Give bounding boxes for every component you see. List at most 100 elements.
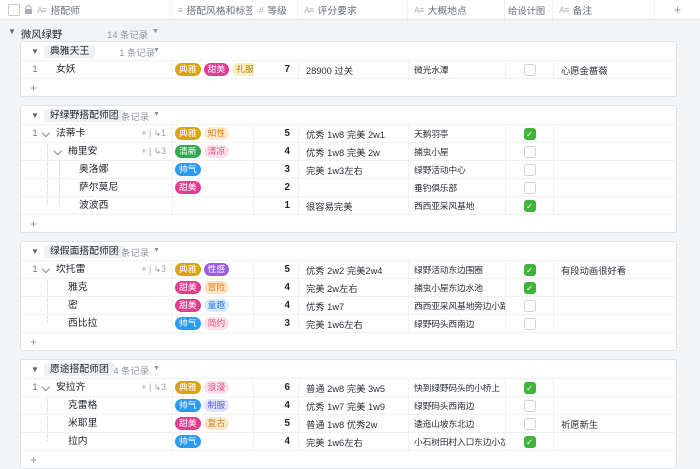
score-cell[interactable]: 完美 1w3左右 <box>299 161 409 178</box>
add-field-button[interactable]: + <box>655 0 700 19</box>
checkbox-unchecked-icon[interactable] <box>523 317 536 330</box>
location-cell[interactable]: 快到绿野码头的小桥上 <box>409 379 506 396</box>
tags-cell[interactable]: 甜美 童趣 <box>173 297 254 314</box>
stylist-cell[interactable]: 梅里安 + | ↳3 <box>21 143 173 160</box>
checkbox-checked-icon[interactable]: ✓ <box>523 281 536 294</box>
note-cell[interactable] <box>554 279 676 296</box>
stylist-cell[interactable]: 拉内 <box>21 433 173 450</box>
design-check-cell[interactable] <box>506 397 554 414</box>
checkbox-unchecked-icon[interactable] <box>523 399 536 412</box>
checkbox-unchecked-icon[interactable] <box>523 417 536 430</box>
header-field-location[interactable]: A≡ 大概地点 <box>408 0 505 19</box>
collapse-arrow-icon[interactable]: ▼ <box>31 47 39 56</box>
tags-cell[interactable]: 典雅 甜美 礼服 <box>173 61 254 78</box>
checkbox-checked-icon[interactable]: ✓ <box>523 263 536 276</box>
location-cell[interactable]: 西西亚采风基地 <box>409 197 506 214</box>
tags-cell[interactable]: 帅气 <box>173 433 254 450</box>
note-cell[interactable] <box>554 397 676 414</box>
stylist-cell[interactable]: 克雷格 <box>21 397 173 414</box>
note-cell[interactable] <box>554 125 676 142</box>
design-check-cell[interactable] <box>506 179 554 196</box>
design-check-cell[interactable]: ✓ <box>506 379 554 396</box>
level-cell[interactable]: 5 <box>254 125 299 142</box>
location-cell[interactable]: 绿野活动东边围圈 <box>409 261 506 278</box>
design-check-cell[interactable] <box>506 61 554 78</box>
checkbox-unchecked-icon[interactable] <box>523 299 536 312</box>
stylist-cell[interactable]: 1 坎托雷 + | ↳3 <box>21 261 173 278</box>
collapse-arrow-icon[interactable]: ▼ <box>31 247 39 256</box>
checkbox-unchecked-icon[interactable] <box>523 145 536 158</box>
checkbox-checked-icon[interactable]: ✓ <box>523 381 536 394</box>
tags-cell[interactable]: 帅气 制服 <box>173 397 254 414</box>
tags-cell[interactable]: 清新 清凉 <box>173 143 254 160</box>
tags-cell[interactable]: 甜美 复古 <box>173 415 254 432</box>
checkbox-checked-icon[interactable]: ✓ <box>523 199 536 212</box>
design-check-cell[interactable]: ✓ <box>506 197 554 214</box>
select-all-checkbox[interactable] <box>8 3 20 16</box>
checkbox-checked-icon[interactable]: ✓ <box>523 435 536 448</box>
location-cell[interactable]: 绿野码头西南边 <box>409 397 506 414</box>
level-cell[interactable]: 5 <box>254 261 299 278</box>
group-count-dropdown-icon[interactable]: ▼ <box>153 47 160 54</box>
group-title[interactable]: 微风绿野 <box>21 26 62 41</box>
group-count-dropdown-icon[interactable]: ▼ <box>153 111 160 118</box>
stylist-cell[interactable]: 米耶里 <box>21 415 173 432</box>
score-cell[interactable]: 优秀 1w7 完美 1w9 <box>299 397 409 414</box>
header-field-stylist[interactable]: A≡ 搭配师 <box>0 0 172 19</box>
design-check-cell[interactable]: ✓ <box>506 125 554 142</box>
score-cell[interactable]: 普通 1w8 优秀2w <box>299 415 409 432</box>
design-check-cell[interactable] <box>506 161 554 178</box>
design-check-cell[interactable]: ✓ <box>506 433 554 450</box>
checkbox-unchecked-icon[interactable] <box>523 163 536 176</box>
note-cell[interactable] <box>554 179 676 196</box>
score-cell[interactable]: 优秀 1w7 <box>299 297 409 314</box>
note-cell[interactable] <box>554 161 676 178</box>
add-record-button[interactable]: + <box>21 333 676 351</box>
expand-chevron-icon[interactable] <box>43 130 49 136</box>
note-cell[interactable]: 祈愿新生 <box>554 415 676 432</box>
level-cell[interactable]: 4 <box>254 433 299 450</box>
row-children-control[interactable]: + | ↳3 <box>141 379 166 396</box>
score-cell[interactable]: 完美 1w6左右 <box>299 433 409 450</box>
stylist-cell[interactable]: 波波西 <box>21 197 173 214</box>
design-check-cell[interactable]: ✓ <box>506 279 554 296</box>
expand-chevron-icon[interactable] <box>55 148 61 154</box>
checkbox-unchecked-icon[interactable] <box>523 181 536 194</box>
level-cell[interactable]: 1 <box>254 197 299 214</box>
row-children-control[interactable]: + | ↳3 <box>141 261 166 278</box>
tags-cell[interactable]: 甜美 冒险 <box>173 279 254 296</box>
location-cell[interactable]: 绿野活动中心 <box>409 161 506 178</box>
collapse-arrow-icon[interactable]: ▼ <box>8 27 16 36</box>
tags-cell[interactable] <box>173 197 254 214</box>
row-children-control[interactable]: + | ↳3 <box>141 143 166 160</box>
tags-cell[interactable]: 帅气 简约 <box>173 315 254 332</box>
group-count-dropdown-icon[interactable]: ▼ <box>153 365 160 372</box>
note-cell[interactable] <box>554 197 676 214</box>
expand-chevron-icon[interactable] <box>43 266 49 272</box>
location-cell[interactable]: 西西亚采风基地旁边小路 <box>409 297 506 314</box>
score-cell[interactable]: 优秀 1w8 完美 2w1 <box>299 125 409 142</box>
tags-cell[interactable]: 典雅 浪漫 <box>173 379 254 396</box>
add-record-button[interactable]: + <box>21 451 676 469</box>
location-cell[interactable]: 天鹅羽亭 <box>409 125 506 142</box>
header-field-score[interactable]: A≡ 评分要求 <box>298 0 408 19</box>
header-field-tags[interactable]: ≡ 搭配风格和标签 <box>172 0 253 19</box>
note-cell[interactable]: 有段动画很好看 <box>554 261 676 278</box>
location-cell[interactable]: 捕虫小屋东边水池 <box>409 279 506 296</box>
subgroup-title-chip[interactable]: 典雅天王 <box>44 44 96 58</box>
level-cell[interactable]: 3 <box>254 161 299 178</box>
level-cell[interactable]: 6 <box>254 379 299 396</box>
tags-cell[interactable]: 帅气 <box>173 161 254 178</box>
score-cell[interactable]: 优秀 2w2 完美2w4 <box>299 261 409 278</box>
group-count-dropdown-icon[interactable]: ▼ <box>153 247 160 254</box>
header-field-design-check[interactable]: 给设计图 <box>505 0 553 19</box>
design-check-cell[interactable] <box>506 297 554 314</box>
score-cell[interactable]: 优秀 1w8 完美 2w <box>299 143 409 160</box>
group-count-dropdown-icon[interactable]: ▼ <box>152 28 159 35</box>
level-cell[interactable]: 5 <box>254 415 299 432</box>
header-field-note[interactable]: A≡ 备注 <box>553 0 655 19</box>
stylist-cell[interactable]: 1 女妖 <box>21 61 173 78</box>
location-cell[interactable]: 逶迤山坡东北边 <box>409 415 506 432</box>
checkbox-unchecked-icon[interactable] <box>523 63 536 76</box>
tags-cell[interactable]: 典雅 性感 <box>173 261 254 278</box>
